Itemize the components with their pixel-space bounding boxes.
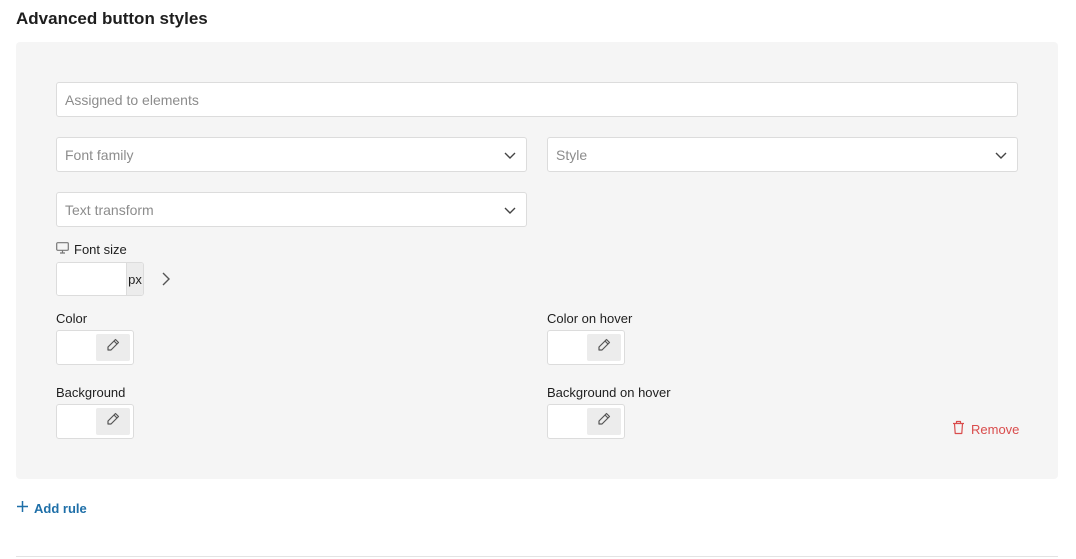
trash-icon bbox=[952, 420, 965, 438]
eyedropper-icon bbox=[596, 411, 612, 432]
background-hover-label: Background on hover bbox=[547, 385, 671, 400]
color-picker[interactable] bbox=[56, 330, 134, 365]
background-picker[interactable] bbox=[56, 404, 134, 439]
add-rule-label: Add rule bbox=[34, 500, 87, 516]
remove-rule-button[interactable]: Remove bbox=[952, 420, 1019, 438]
text-transform-placeholder: Text transform bbox=[65, 201, 154, 218]
add-rule-button[interactable]: Add rule bbox=[16, 500, 87, 516]
eyedropper-icon bbox=[105, 411, 121, 432]
font-family-placeholder: Font family bbox=[65, 146, 134, 163]
font-size-input[interactable] bbox=[57, 263, 126, 295]
divider bbox=[16, 556, 1058, 557]
style-placeholder: Style bbox=[556, 146, 588, 163]
font-size-control: px bbox=[56, 262, 144, 296]
desktop-icon[interactable] bbox=[56, 241, 69, 259]
color-hover-label: Color on hover bbox=[547, 311, 633, 326]
chevron-down-icon bbox=[502, 147, 518, 163]
plus-icon bbox=[16, 500, 29, 516]
background-picker-button[interactable] bbox=[96, 408, 130, 435]
color-hover-picker-button[interactable] bbox=[587, 334, 621, 361]
text-transform-select[interactable]: Text transform bbox=[56, 192, 527, 227]
chevron-right-icon[interactable] bbox=[157, 270, 175, 288]
eyedropper-icon bbox=[105, 337, 121, 358]
color-picker-button[interactable] bbox=[96, 334, 130, 361]
color-label: Color bbox=[56, 311, 88, 326]
font-family-select[interactable]: Font family bbox=[56, 137, 527, 172]
font-size-label-row: Font size bbox=[56, 241, 127, 259]
assigned-elements-field[interactable] bbox=[56, 82, 1018, 117]
chevron-down-icon bbox=[993, 147, 1009, 163]
background-hover-picker-button[interactable] bbox=[587, 408, 621, 435]
remove-label: Remove bbox=[971, 421, 1020, 437]
font-size-unit[interactable]: px bbox=[126, 263, 143, 295]
font-size-label: Font size bbox=[74, 242, 127, 257]
background-hover-picker[interactable] bbox=[547, 404, 625, 439]
section-title: Advanced button styles bbox=[16, 9, 208, 28]
background-label: Background bbox=[56, 385, 126, 400]
eyedropper-icon bbox=[596, 337, 612, 358]
chevron-down-icon bbox=[502, 202, 518, 218]
assigned-elements-input[interactable] bbox=[65, 91, 1009, 108]
style-select[interactable]: Style bbox=[547, 137, 1018, 172]
color-hover-picker[interactable] bbox=[547, 330, 625, 365]
